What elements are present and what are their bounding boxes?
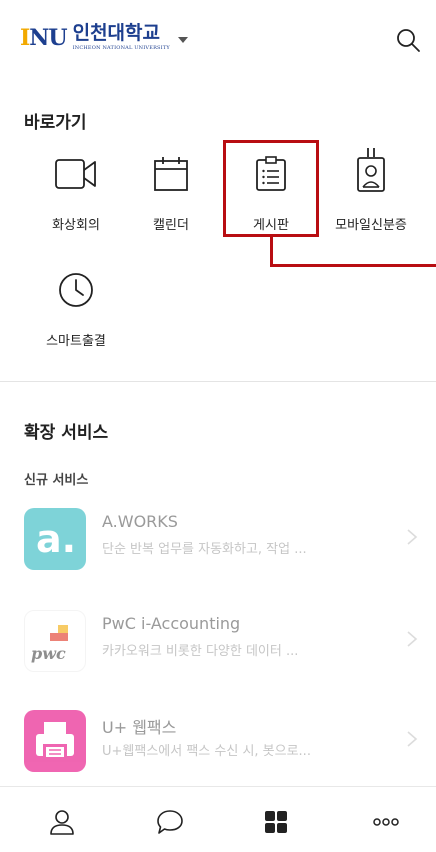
shortcut-label: 모바일신분증	[335, 218, 407, 233]
nav-tab-chat[interactable]	[150, 807, 190, 837]
id-badge-icon	[326, 146, 416, 194]
service-name: U+ 웹팩스	[102, 718, 177, 737]
chevron-right-icon	[407, 631, 418, 647]
more-dots-icon	[373, 818, 399, 826]
shortcut-label: 캘린더	[153, 218, 189, 233]
pwc-logo: pwc	[24, 610, 86, 672]
profile-icon	[50, 810, 74, 835]
caret-down-icon	[177, 36, 188, 43]
nav-tab-profile[interactable]	[42, 807, 82, 837]
inu-logo-mark: I N U	[20, 24, 68, 51]
clock-icon	[31, 270, 121, 310]
shortcut-smart-attendance[interactable]: 스마트출결	[31, 270, 121, 349]
logo-text: 인천대학교 INCHEON NATIONAL UNIVERSITY	[73, 24, 170, 51]
service-item-pwc[interactable]: pwc PwC i-Accounting 카카오워크 비롯한 다양한 데이터 .…	[0, 604, 436, 674]
fax-icon	[24, 710, 86, 772]
highlight-annotation-line	[270, 264, 436, 267]
service-description: 단순 반복 업무를 자동화하고, 작업 ...	[102, 542, 307, 557]
chat-icon	[157, 810, 183, 834]
app-screen: I N U 인천대학교 INCHEON NATIONAL UNIVERSITY …	[0, 0, 436, 852]
a-works-logo: a.	[24, 508, 86, 570]
university-logo-switcher[interactable]: I N U 인천대학교 INCHEON NATIONAL UNIVERSITY	[20, 24, 188, 51]
section-divider	[0, 381, 436, 382]
service-name: A.WORKS	[102, 512, 178, 531]
shortcut-calendar[interactable]: 캘린더	[126, 154, 216, 233]
service-item-aworks[interactable]: a. A.WORKS 단순 반복 업무를 자동화하고, 작업 ...	[0, 502, 436, 572]
highlight-annotation-box	[223, 140, 319, 237]
highlight-annotation-line	[270, 237, 273, 267]
service-name: PwC i-Accounting	[102, 614, 241, 633]
bottom-nav	[0, 786, 436, 852]
shortcut-label: 스마트출결	[46, 334, 106, 349]
new-services-subtitle: 신규 서비스	[24, 473, 89, 488]
university-name-english: INCHEON NATIONAL UNIVERSITY	[72, 45, 170, 51]
search-icon	[397, 29, 420, 52]
service-description: U+웹팩스에서 팩스 수신 시, 봇으로...	[102, 744, 311, 759]
more-grid-icon	[265, 811, 287, 833]
svg-text:a.: a.	[36, 517, 76, 561]
svg-text:pwc: pwc	[31, 644, 66, 663]
shortcuts-title: 바로가기	[24, 113, 87, 133]
shortcut-label: 화상회의	[52, 218, 100, 233]
search-button[interactable]	[394, 26, 422, 54]
service-description: 카카오워크 비롯한 다양한 데이터 ...	[102, 644, 299, 659]
service-item-uplus-webfax[interactable]: U+ 웹팩스 U+웹팩스에서 팩스 수신 시, 봇으로...	[0, 704, 436, 774]
university-name: 인천대학교	[72, 22, 160, 44]
nav-tab-more-grid[interactable]	[256, 807, 296, 837]
video-camera-icon	[31, 154, 121, 194]
nav-tab-more-dots[interactable]	[366, 807, 406, 837]
calendar-icon	[126, 154, 216, 194]
chevron-right-icon	[407, 731, 418, 747]
extensions-title: 확장 서비스	[24, 423, 109, 443]
header: I N U 인천대학교 INCHEON NATIONAL UNIVERSITY	[0, 0, 436, 80]
shortcut-video-conference[interactable]: 화상회의	[31, 154, 121, 233]
shortcut-mobile-id[interactable]: 모바일신분증	[326, 146, 416, 233]
chevron-right-icon	[407, 529, 418, 545]
